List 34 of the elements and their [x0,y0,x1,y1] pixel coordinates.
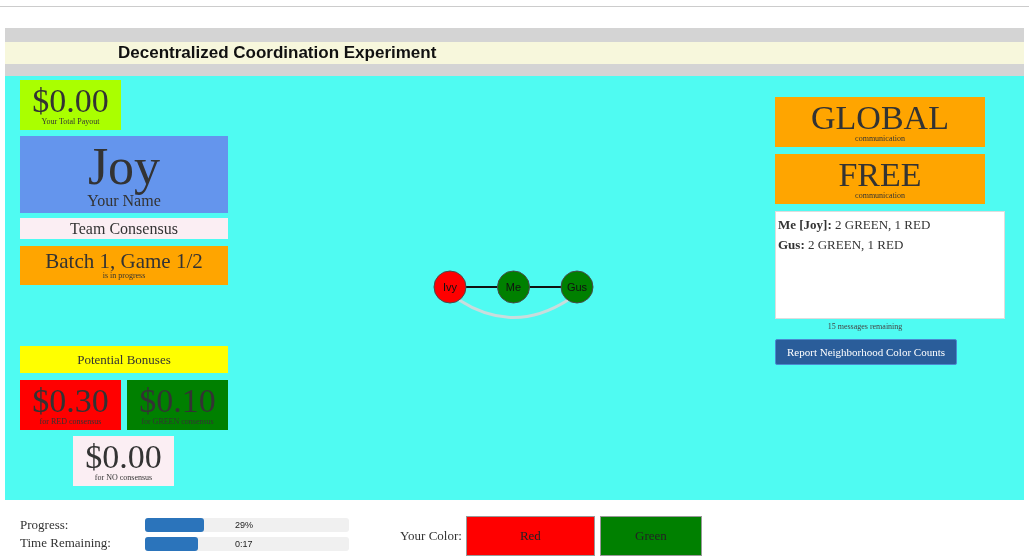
edge-line [528,286,562,288]
status-label: Progress: [20,516,70,534]
messages-remaining: 15 messages remaining [826,321,904,333]
bonus-caption: for GREEN consensus [141,418,214,426]
bonus-amount: $0.00 [85,440,162,474]
payout-caption: Your Total Payout [41,118,100,126]
game-caption: is in progress [102,272,146,280]
color-button[interactable]: Green [599,516,702,556]
bonuses-title: Potential Bonuses [77,353,171,366]
node-label: Me [505,281,522,293]
mode-label: Team Consensus [70,220,178,237]
player-name: Joy [87,140,161,193]
communication-caption: communication [855,192,905,200]
communication-caption: communication [855,135,905,143]
page-title: Decentralized Coordination Experiment [118,43,437,62]
communication-title: GLOBAL [811,101,949,135]
bonus-amount: $0.30 [32,384,109,418]
message-line: Gus: 2 GREEN, 1 RED [778,236,905,254]
report-button[interactable]: Report Neighborhood Color Counts [775,339,957,365]
progress-reading: 0:17 [235,538,253,551]
payout-amount: $0.00 [32,84,109,118]
bonus-caption: for NO consensus [94,474,153,482]
status-label: Time Remaining: [20,534,112,552]
node-label: Gus [566,281,588,293]
color-label: Your Color: [400,527,462,545]
bonus-amount: $0.10 [139,384,216,418]
edge-line [465,286,499,288]
bonus-caption: for RED consensus [39,418,102,426]
message-line: Me [Joy]: 2 GREEN, 1 RED [778,216,932,234]
node-label: Ivy [442,281,458,293]
communication-title: FREE [838,158,922,192]
progress-reading: 29% [235,519,253,532]
color-button[interactable]: Red [465,516,595,556]
game-title: Batch 1, Game 1/2 [45,251,203,272]
